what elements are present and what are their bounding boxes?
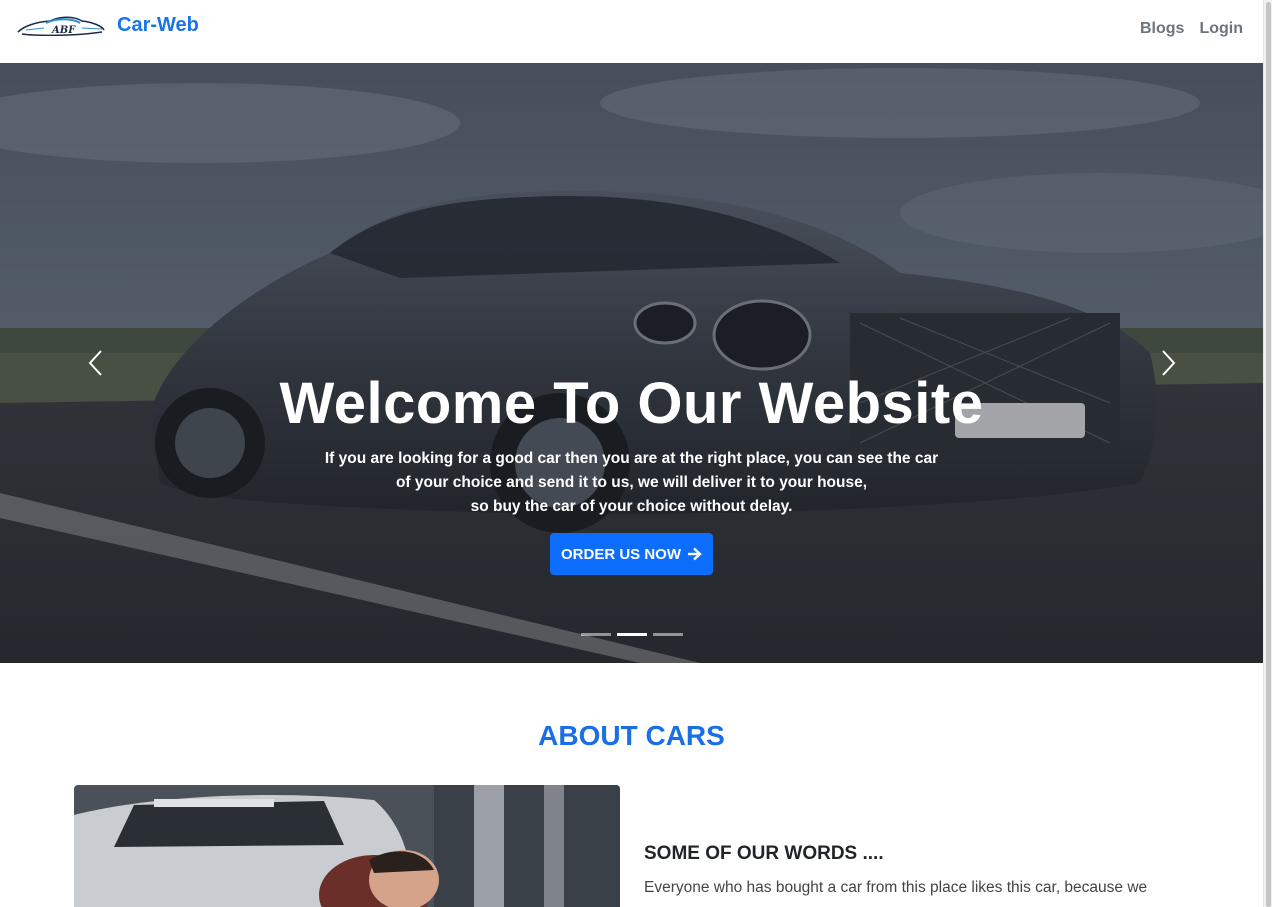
hero-subtitle: If you are looking for a good car then y…: [0, 447, 1263, 519]
about-photo: [74, 785, 620, 907]
hero-subtitle-line: If you are looking for a good car then y…: [324, 450, 939, 467]
order-now-button[interactable]: ORDER US NOW: [550, 533, 713, 575]
nav-link-blogs[interactable]: Blogs: [1140, 20, 1184, 38]
about-text: Everyone who has bought a car from this …: [644, 879, 1148, 896]
svg-text:ABF: ABF: [51, 25, 76, 36]
hero-subtitle-line: so buy the car of your choice without de…: [470, 498, 793, 515]
carousel-indicators: [581, 633, 683, 636]
nav-links: Blogs Login: [1140, 20, 1243, 38]
about-heading: SOME OF OUR WORDS ....: [644, 843, 884, 864]
scrollbar-thumb[interactable]: [1266, 2, 1271, 907]
carousel-indicator[interactable]: [581, 633, 611, 636]
car-logo-icon: ABF: [17, 16, 105, 37]
carousel-indicator[interactable]: [653, 633, 683, 636]
order-now-label: ORDER US NOW: [561, 545, 681, 563]
hero-subtitle-line: of your choice and send it to us, we wil…: [395, 474, 868, 491]
hero-carousel: Welcome To Our Website If you are lookin…: [0, 63, 1263, 663]
arrow-right-icon: [688, 547, 702, 561]
carousel-indicator-active[interactable]: [617, 633, 647, 636]
brand-name: Car-Web: [117, 13, 199, 36]
about-image: [74, 785, 620, 907]
brand-link[interactable]: ABF Car-Web: [16, 12, 199, 40]
about-title: ABOUT CARS: [538, 720, 725, 751]
hero-title: Welcome To Our Website: [279, 371, 984, 436]
nav-link-login[interactable]: Login: [1199, 20, 1243, 38]
page-scrollbar[interactable]: [1263, 0, 1272, 907]
navbar: ABF Car-Web Blogs Login: [0, 0, 1263, 63]
